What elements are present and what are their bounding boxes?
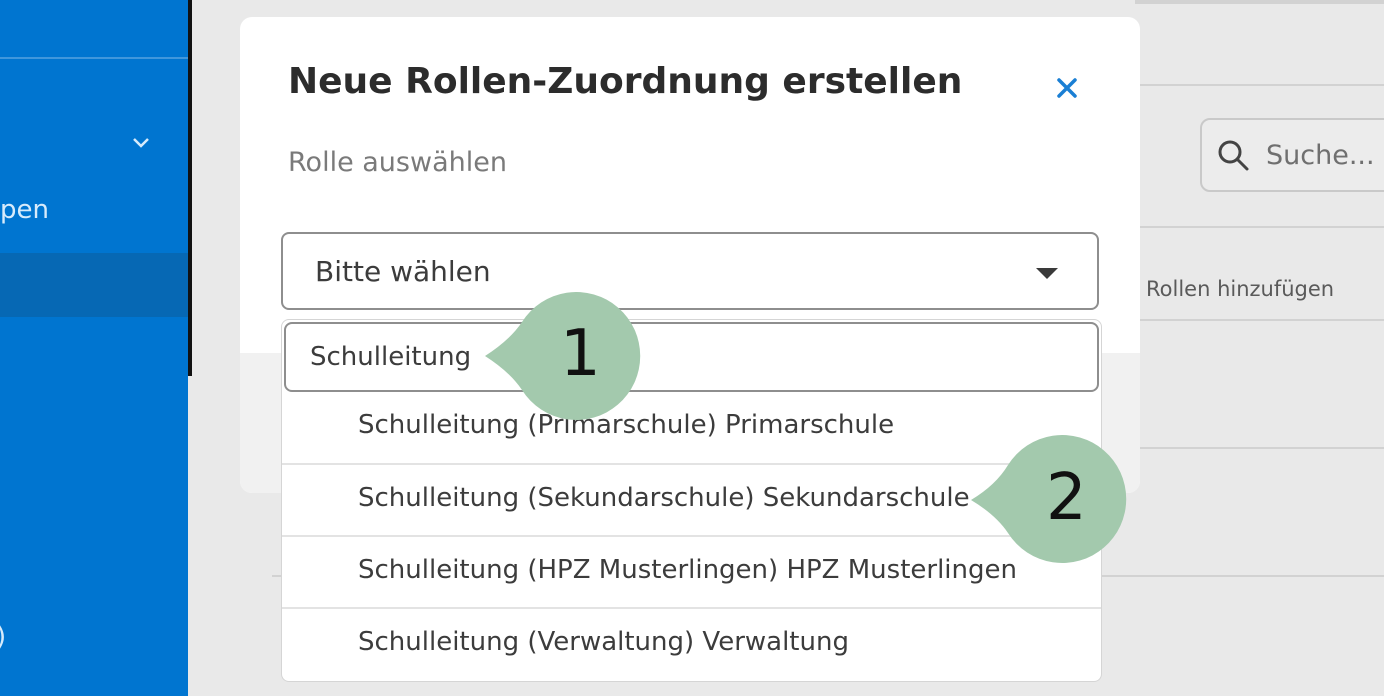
sidebar-item-active[interactable]: [0, 253, 188, 317]
chevron-down-icon[interactable]: [131, 136, 151, 150]
callout-marker-2: 2: [966, 435, 1132, 565]
role-select-value: Bitte wählen: [315, 255, 491, 288]
search-icon: [1218, 140, 1249, 171]
role-option-label: Schulleitung (Sekundarschule) Sekundarsc…: [358, 483, 970, 513]
role-option-label: Schulleitung (Verwaltung) Verwaltung: [358, 627, 849, 657]
callout-number: 1: [560, 317, 601, 391]
divider: [1135, 319, 1384, 321]
role-option-label: Schulleitung (HPZ Musterlingen) HPZ Must…: [358, 555, 1017, 585]
add-roles-link[interactable]: Rollen hinzufügen: [1146, 277, 1334, 301]
role-option[interactable]: Schulleitung (Verwaltung) Verwaltung: [282, 607, 1101, 678]
divider: [1135, 447, 1384, 449]
role-select-label: Rolle auswählen: [288, 147, 507, 178]
sidebar-divider: [0, 57, 188, 59]
role-select[interactable]: Bitte wählen: [281, 232, 1099, 310]
sidebar-item-partial[interactable]: pen: [0, 195, 49, 225]
search-placeholder: Suche...: [1266, 140, 1375, 171]
sidebar-edge: [188, 0, 192, 376]
search-input[interactable]: Suche...: [1200, 118, 1384, 192]
sidebar-bottom-partial: ): [0, 622, 6, 652]
role-filter-input[interactable]: [284, 322, 1099, 392]
divider: [1135, 226, 1384, 228]
caret-down-icon: [1036, 268, 1058, 279]
sidebar: pen ): [0, 0, 188, 696]
close-icon[interactable]: [1052, 73, 1082, 103]
divider: [1135, 0, 1384, 4]
divider: [1135, 84, 1384, 86]
callout-number: 2: [1046, 461, 1087, 535]
callout-marker-1: 1: [480, 292, 646, 422]
modal-title: Neue Rollen-Zuordnung erstellen: [288, 61, 963, 102]
